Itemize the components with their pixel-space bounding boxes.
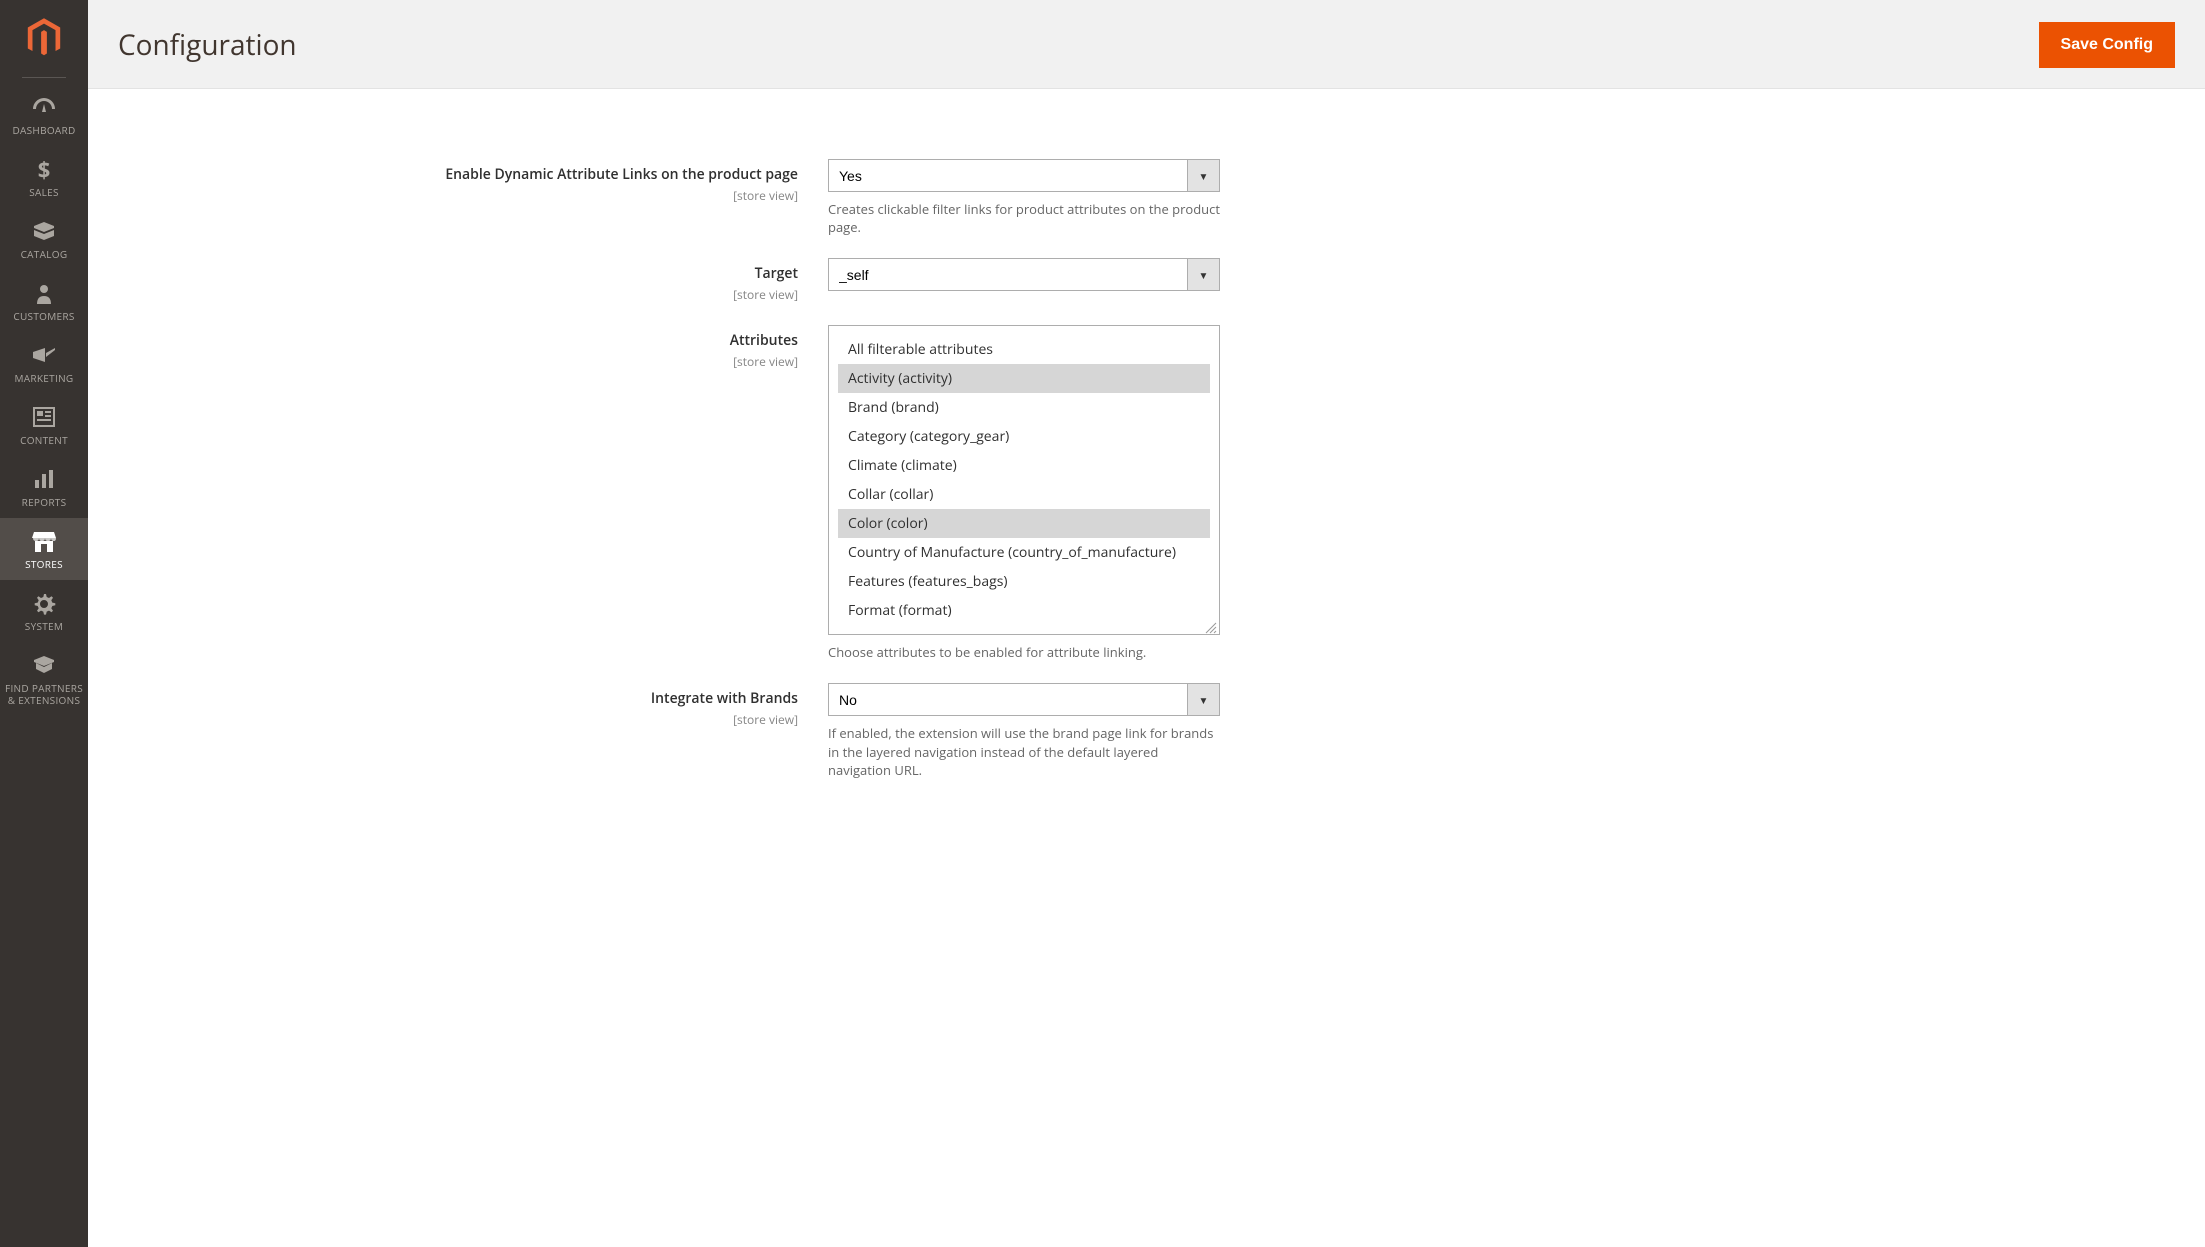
field-scope: [store view]: [128, 711, 798, 728]
nav-stores[interactable]: STORES: [0, 518, 88, 580]
gear-icon: [0, 592, 88, 616]
nav-marketing[interactable]: MARKETING: [0, 332, 88, 394]
nav-catalog[interactable]: CATALOG: [0, 208, 88, 270]
content-icon: [0, 406, 88, 430]
field-scope: [store view]: [128, 187, 798, 204]
integrate-brands-select[interactable]: No: [828, 683, 1220, 716]
reports-icon: [0, 468, 88, 492]
nav-sales[interactable]: $ SALES: [0, 146, 88, 208]
multiselect-option[interactable]: All filterable attributes: [838, 335, 1210, 364]
config-form: Enable Dynamic Attribute Links on the pr…: [88, 89, 1288, 861]
nav-label: STORES: [0, 558, 88, 570]
resize-handle-icon[interactable]: [1205, 620, 1217, 632]
multiselect-option[interactable]: Country of Manufacture (country_of_manuf…: [838, 538, 1210, 567]
field-hint: Creates clickable filter links for produ…: [828, 200, 1220, 236]
multiselect-option[interactable]: Climate (climate): [838, 451, 1210, 480]
logo-divider: [22, 77, 66, 78]
field-label: Enable Dynamic Attribute Links on the pr…: [445, 165, 798, 184]
main-content: Configuration Save Config Enable Dynamic…: [88, 0, 2205, 861]
page-title: Configuration: [118, 26, 297, 64]
target-select[interactable]: _self: [828, 258, 1220, 291]
nav-label: FIND PARTNERS & EXTENSIONS: [0, 682, 88, 706]
attributes-multiselect[interactable]: All filterable attributes Activity (acti…: [828, 325, 1220, 635]
multiselect-option[interactable]: Activity (activity): [838, 364, 1210, 393]
nav-label: CATALOG: [0, 248, 88, 260]
stores-icon: [0, 530, 88, 554]
nav-label: CUSTOMERS: [0, 310, 88, 322]
nav-label: SYSTEM: [0, 620, 88, 632]
nav-system[interactable]: SYSTEM: [0, 580, 88, 642]
person-icon: [0, 282, 88, 306]
megaphone-icon: [0, 344, 88, 368]
field-label: Integrate with Brands: [651, 689, 798, 708]
nav-reports[interactable]: REPORTS: [0, 456, 88, 518]
save-config-button[interactable]: Save Config: [2039, 22, 2175, 68]
sidebar: DASHBOARD $ SALES CATALOG CUSTOMERS MARK…: [0, 0, 88, 1247]
nav-label: SALES: [0, 186, 88, 198]
nav-partners[interactable]: FIND PARTNERS & EXTENSIONS: [0, 642, 88, 716]
field-integrate-brands: Integrate with Brands [store view] No ▼ …: [128, 683, 1248, 779]
field-label: Attributes: [730, 331, 798, 350]
field-hint: Choose attributes to be enabled for attr…: [828, 643, 1220, 661]
nav-label: CONTENT: [0, 434, 88, 446]
nav-customers[interactable]: CUSTOMERS: [0, 270, 88, 332]
nav-label: REPORTS: [0, 496, 88, 508]
field-target: Target [store view] _self ▼: [128, 258, 1248, 303]
multiselect-option[interactable]: Category (category_gear): [838, 422, 1210, 451]
catalog-icon: [0, 220, 88, 244]
header-bar: Configuration Save Config: [88, 0, 2205, 89]
nav-label: MARKETING: [0, 372, 88, 384]
field-label: Target: [755, 264, 798, 283]
svg-text:$: $: [38, 158, 51, 182]
multiselect-option[interactable]: Collar (collar): [838, 480, 1210, 509]
enable-links-select[interactable]: Yes: [828, 159, 1220, 192]
partners-icon: [0, 654, 88, 678]
dashboard-icon: [0, 96, 88, 120]
field-scope: [store view]: [128, 353, 798, 370]
field-hint: If enabled, the extension will use the b…: [828, 724, 1220, 779]
nav-dashboard[interactable]: DASHBOARD: [0, 84, 88, 146]
field-attributes: Attributes [store view] All filterable a…: [128, 325, 1248, 661]
nav-label: DASHBOARD: [0, 124, 88, 136]
dollar-icon: $: [0, 158, 88, 182]
multiselect-option[interactable]: Features (features_bags): [838, 567, 1210, 596]
field-enable-links: Enable Dynamic Attribute Links on the pr…: [128, 159, 1248, 236]
field-scope: [store view]: [128, 286, 798, 303]
multiselect-option[interactable]: Brand (brand): [838, 393, 1210, 422]
multiselect-option[interactable]: Color (color): [838, 509, 1210, 538]
multiselect-option[interactable]: Format (format): [838, 596, 1210, 625]
magento-logo[interactable]: [26, 0, 62, 77]
nav-content[interactable]: CONTENT: [0, 394, 88, 456]
